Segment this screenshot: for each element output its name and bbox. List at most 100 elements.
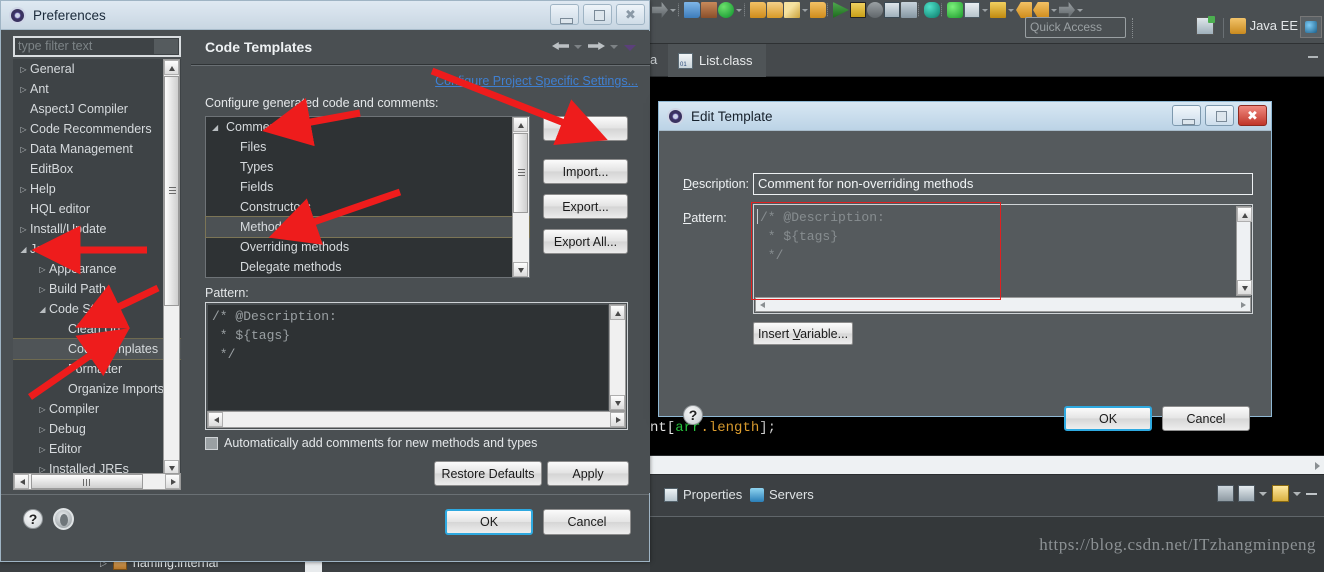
tag-icon[interactable] [1016, 2, 1032, 18]
sidebar-item-hql-editor[interactable]: HQL editor [13, 199, 181, 219]
scroll-down-arrow-icon[interactable] [610, 395, 625, 410]
sidebar-item-organize-imports[interactable]: Organize Imports [13, 379, 181, 399]
run-play-icon[interactable] [833, 2, 849, 18]
chevron-right-icon[interactable]: ▷ [36, 285, 49, 294]
chevron-down-icon[interactable] [1259, 485, 1268, 502]
open-perspective-icon[interactable] [1196, 16, 1215, 35]
chevron-down-icon[interactable] [1007, 2, 1015, 18]
maximize-button[interactable] [1205, 105, 1234, 126]
edit-button[interactable]: Edit... [543, 116, 628, 141]
chevron-right-icon[interactable]: ▷ [17, 145, 30, 154]
sidebar-item-help[interactable]: ▷ Help [13, 179, 181, 199]
export-all-button[interactable]: Export All... [543, 229, 628, 254]
chevron-down-icon[interactable] [981, 2, 989, 18]
preferences-cancel-button[interactable]: Cancel [543, 509, 631, 535]
tree-horizontal-scrollbar[interactable] [13, 473, 181, 490]
chevron-down-icon[interactable] [801, 2, 809, 18]
chevron-right-icon[interactable]: ▷ [17, 225, 30, 234]
server-icon[interactable] [947, 2, 963, 18]
sidebar-item-debug[interactable]: ▷ Debug [13, 419, 181, 439]
sidebar-item-code-recommenders[interactable]: ▷ Code Recommenders [13, 119, 181, 139]
template-tree-scrollbar[interactable] [512, 117, 529, 277]
template-item-fields[interactable]: Fields [206, 177, 529, 197]
help-icon[interactable]: ? [23, 509, 43, 529]
new-note-icon[interactable] [1272, 485, 1289, 502]
forward-arrow-icon[interactable] [588, 39, 605, 54]
database-icon[interactable] [924, 2, 940, 18]
tag-icon[interactable] [1033, 2, 1049, 18]
sidebar-item-compiler[interactable]: ▷ Compiler [13, 399, 181, 419]
chevron-down-icon[interactable]: ◢ [17, 245, 30, 254]
sidebar-item-ant[interactable]: ▷ Ant [13, 79, 181, 99]
scroll-up-arrow-icon[interactable] [513, 117, 528, 132]
maximize-button[interactable] [583, 4, 612, 25]
view-tab-servers[interactable]: Servers [750, 487, 814, 502]
insert-variable-button[interactable]: Insert Variable... [753, 322, 853, 345]
outline-icon[interactable] [901, 2, 917, 18]
configure-project-settings-link[interactable]: Configure Project Specific Settings... [435, 74, 638, 88]
toolbar-drag-handle[interactable] [1132, 18, 1136, 38]
quick-access-input[interactable]: Quick Access [1025, 17, 1126, 38]
minimize-button[interactable] [550, 4, 579, 25]
description-input[interactable]: Comment for non-overriding methods [753, 173, 1253, 195]
run-icon[interactable] [718, 2, 734, 18]
template-item-comments[interactable]: ◢ Comments [206, 117, 529, 137]
chevron-down-icon[interactable] [735, 2, 743, 18]
minimize-icon[interactable] [1306, 485, 1318, 502]
sidebar-item-formatter[interactable]: Formatter [13, 359, 181, 379]
pattern-horizontal-scrollbar[interactable] [755, 297, 1251, 312]
display-icon[interactable] [1238, 485, 1255, 502]
scroll-down-arrow-icon[interactable] [513, 262, 528, 277]
back-history-chevron-icon[interactable] [574, 39, 583, 54]
scroll-thumb[interactable] [31, 474, 143, 489]
template-item-methods[interactable]: Methods [205, 216, 530, 238]
back-arrow-icon[interactable] [552, 39, 569, 54]
sidebar-item-build-path[interactable]: ▷ Build Path [13, 279, 181, 299]
perspective-label[interactable]: Java EE [1250, 18, 1298, 33]
view-tab-properties[interactable]: Properties [664, 487, 742, 502]
sidebar-item-clean-up[interactable]: Clean Up [13, 319, 181, 339]
filter-input[interactable]: type filter text [13, 36, 181, 57]
scroll-up-arrow-icon[interactable] [610, 305, 625, 320]
sidebar-item-install-update[interactable]: ▷ Install/Update [13, 219, 181, 239]
chevron-right-icon[interactable]: ▷ [17, 65, 30, 74]
folder-icon[interactable] [810, 2, 826, 18]
template-item-overriding-methods[interactable]: Overriding methods [206, 237, 529, 257]
pattern-editor[interactable]: /* @Description: * ${tags} */ [753, 204, 1253, 314]
auto-comment-row[interactable]: Automatically add comments for new metho… [205, 436, 537, 450]
chevron-right-icon[interactable]: ▷ [36, 425, 49, 434]
pattern-vertical-scrollbar[interactable] [1236, 206, 1252, 296]
folder-icon[interactable] [767, 2, 783, 18]
close-button[interactable]: ✖ [616, 4, 645, 25]
template-item-types[interactable]: Types [206, 157, 529, 177]
sidebar-item-java[interactable]: ◢ Java [13, 239, 181, 259]
minimize-icon[interactable] [1308, 56, 1318, 58]
template-item-delegate-methods[interactable]: Delegate methods [206, 257, 529, 277]
pattern-preview[interactable]: /* @Description: * ${tags} */ [205, 302, 628, 430]
sidebar-item-code-style[interactable]: ◢ Code Style [13, 299, 181, 319]
settings-transfer-icon[interactable] [53, 508, 74, 530]
scroll-left-arrow-icon[interactable] [14, 474, 29, 489]
search-icon[interactable] [867, 2, 883, 18]
editor-horizontal-scrollbar[interactable] [650, 455, 1324, 474]
new-server-icon[interactable] [1217, 485, 1234, 502]
forward-icon[interactable] [1059, 2, 1075, 18]
document-icon[interactable] [884, 2, 900, 18]
template-item-constructors[interactable]: Constructors [206, 197, 529, 217]
sidebar-item-editbox[interactable]: EditBox [13, 159, 181, 179]
sidebar-item-code-templates[interactable]: Code Templates [13, 338, 181, 360]
chevron-right-icon[interactable]: ▷ [36, 405, 49, 414]
scroll-up-arrow-icon[interactable] [164, 60, 179, 75]
note-icon[interactable] [964, 2, 980, 18]
export-button[interactable]: Export... [543, 194, 628, 219]
chevron-down-icon[interactable] [1076, 2, 1084, 18]
template-category-tree[interactable]: ◢ Comments Files Types Fields Constructors Met… [205, 116, 530, 278]
key-icon[interactable] [990, 2, 1006, 18]
chevron-down-icon[interactable]: ◢ [212, 123, 226, 132]
preferences-ok-button[interactable]: OK [445, 509, 533, 535]
partial-tab-label[interactable]: a [650, 52, 657, 67]
book-icon[interactable] [701, 2, 717, 18]
auto-comment-checkbox[interactable] [205, 436, 218, 450]
scroll-up-arrow-icon[interactable] [1237, 207, 1252, 222]
sidebar-item-general[interactable]: ▷ General [13, 59, 181, 79]
